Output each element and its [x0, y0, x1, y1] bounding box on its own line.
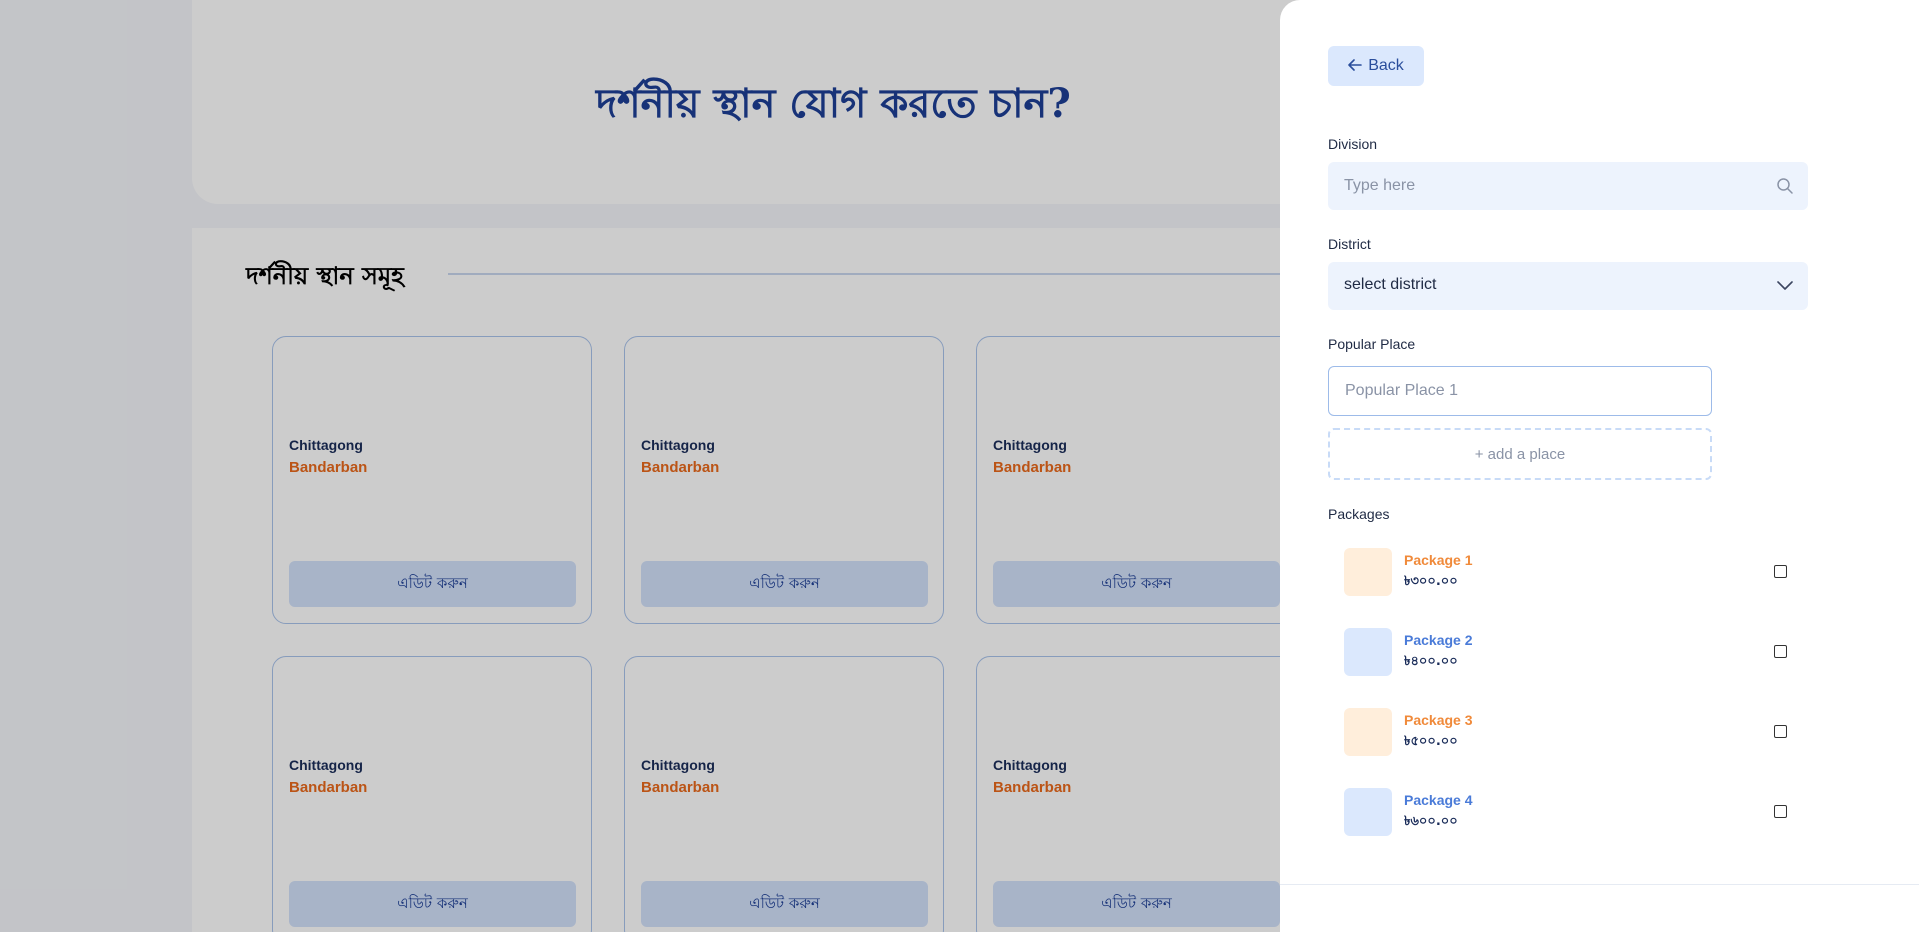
chevron-down-icon [1776, 278, 1794, 294]
drawer-footer-divider [1280, 884, 1919, 885]
package-item[interactable]: Package 2 ৳৪০০.০০ [1344, 628, 1796, 678]
package-name: Package 4 [1404, 792, 1473, 808]
district-select[interactable]: select district [1328, 262, 1808, 310]
package-item[interactable]: Package 4 ৳৬০০.০০ [1344, 788, 1796, 838]
district-select-value: select district [1344, 276, 1437, 293]
arrow-left-icon [1348, 58, 1363, 75]
package-name: Package 3 [1404, 712, 1473, 728]
package-price: ৳৬০০.০০ [1404, 814, 1458, 829]
package-name: Package 2 [1404, 632, 1473, 648]
division-search-input[interactable] [1328, 162, 1768, 210]
package-thumbnail [1344, 788, 1392, 836]
package-item[interactable]: Package 1 ৳৩০০.০০ [1344, 548, 1796, 598]
package-thumbnail [1344, 628, 1392, 676]
package-thumbnail [1344, 548, 1392, 596]
back-label: Back [1368, 57, 1404, 74]
package-checkbox[interactable] [1774, 645, 1787, 658]
package-price: ৳৩০০.০০ [1404, 574, 1458, 589]
package-price: ৳৪০০.০০ [1404, 654, 1458, 669]
package-checkbox[interactable] [1774, 805, 1787, 818]
package-thumbnail [1344, 708, 1392, 756]
package-checkbox[interactable] [1774, 565, 1787, 578]
popular-place-input[interactable] [1329, 367, 1711, 415]
popular-place-field [1328, 366, 1712, 416]
division-label: Division [1328, 136, 1378, 152]
back-button[interactable]: Back [1328, 46, 1424, 86]
package-item[interactable]: Package 3 ৳৫০০.০০ [1344, 708, 1796, 758]
package-name: Package 1 [1404, 552, 1473, 568]
package-price: ৳৫০০.০০ [1404, 734, 1458, 749]
division-search-box [1328, 162, 1808, 210]
add-place-drawer: Back Division District select district P… [1280, 0, 1919, 932]
popular-place-label: Popular Place [1328, 336, 1416, 352]
district-label: District [1328, 236, 1371, 252]
packages-label: Packages [1328, 506, 1390, 522]
search-icon[interactable] [1776, 177, 1794, 195]
add-place-button[interactable]: + add a place [1328, 428, 1712, 480]
package-checkbox[interactable] [1774, 725, 1787, 738]
